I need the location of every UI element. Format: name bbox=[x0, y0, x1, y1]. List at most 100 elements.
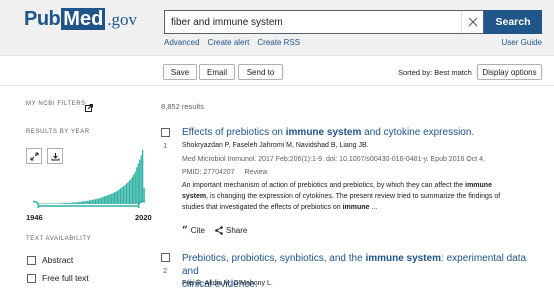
snippet-line-3: studies that investigated the effects of… bbox=[182, 202, 532, 213]
result-1-pmid: PMID: 27704207 bbox=[182, 169, 235, 176]
snippet-text: An important mechanism of action of preb… bbox=[182, 182, 466, 189]
cite-button[interactable]: “ Cite bbox=[182, 225, 205, 236]
histogram-bar bbox=[117, 190, 119, 204]
share-button[interactable]: Share bbox=[215, 226, 247, 235]
result-1-title-highlight: immune system bbox=[285, 127, 362, 138]
year-start-label: 1946 bbox=[26, 213, 43, 222]
external-link-icon[interactable] bbox=[85, 99, 93, 117]
year-slider-end-handle[interactable] bbox=[137, 200, 146, 209]
result-1-citation: Med Microbiol Immunol. 2017 Feb;206(1):1… bbox=[182, 156, 485, 163]
year-end-label: 2020 bbox=[135, 213, 152, 222]
result-1-title-link[interactable]: Effects of prebiotics on immune system a… bbox=[182, 126, 542, 139]
histogram-bar bbox=[96, 198, 98, 204]
histogram-bar bbox=[89, 200, 91, 204]
result-2-title-line-1: Prebiotics, probiotics, synbiotics, and … bbox=[182, 252, 542, 278]
display-options-button[interactable]: Display options bbox=[477, 64, 542, 80]
histogram-bar bbox=[87, 200, 89, 204]
histogram-bar bbox=[40, 203, 42, 204]
create-rss-link[interactable]: Create RSS bbox=[257, 38, 300, 47]
histogram-bar bbox=[56, 203, 58, 204]
histogram-bar bbox=[99, 198, 101, 204]
histogram-bar bbox=[94, 199, 97, 204]
histogram-bar bbox=[47, 203, 49, 204]
search-input[interactable] bbox=[165, 11, 461, 33]
share-icon bbox=[215, 226, 223, 235]
histogram-bar bbox=[80, 201, 82, 204]
my-ncbi-filters-label[interactable]: MY NCBI FILTERS bbox=[26, 101, 86, 107]
filter-free-full-text-label: Free full text bbox=[42, 273, 89, 283]
search-links: Advanced Create alert Create RSS bbox=[164, 38, 300, 47]
histogram-bar bbox=[84, 201, 86, 204]
histogram-bar bbox=[125, 183, 128, 204]
histogram-bar bbox=[118, 189, 120, 204]
histogram-bar bbox=[124, 185, 126, 204]
histogram-bar bbox=[83, 201, 85, 204]
year-slider-start-handle[interactable] bbox=[33, 200, 40, 209]
advanced-link[interactable]: Advanced bbox=[164, 38, 200, 47]
snippet-line-2: system, is changing the expression of cy… bbox=[182, 191, 532, 202]
results-toolbar: Save Email Send to Sorted by: Best match… bbox=[0, 56, 554, 86]
search-button[interactable]: Search bbox=[484, 10, 542, 34]
user-guide-link[interactable]: User Guide bbox=[502, 38, 542, 47]
histogram-bar bbox=[65, 202, 67, 204]
histogram-bar bbox=[78, 201, 80, 204]
sorted-by-dropdown[interactable]: Sorted by: Best match bbox=[398, 68, 472, 77]
histogram-bar bbox=[131, 177, 133, 204]
histogram-bar bbox=[50, 203, 52, 204]
pubmed-logo[interactable]: Pub Med .gov bbox=[24, 8, 137, 30]
results-by-year-label: RESULTS BY YEAR bbox=[26, 129, 90, 135]
snippet-text: , is changing the expression of cytokine… bbox=[206, 193, 501, 200]
histogram-bar bbox=[112, 193, 114, 204]
save-button[interactable]: Save bbox=[163, 64, 197, 80]
histogram-bar bbox=[75, 202, 77, 204]
filter-free-full-text-checkbox[interactable] bbox=[27, 273, 36, 283]
result-1-checkbox[interactable] bbox=[161, 128, 170, 137]
search-box bbox=[164, 10, 484, 34]
result-2-authors: Frei R, Akdis M, O'Mahony L. bbox=[182, 280, 273, 287]
histogram-bar bbox=[55, 203, 57, 204]
result-1-authors: Shokryazdan P, Faseleh Jahromi M, Navids… bbox=[182, 142, 369, 149]
histogram-bar bbox=[68, 202, 70, 204]
histogram-bar bbox=[140, 155, 142, 204]
histogram-bar bbox=[103, 196, 105, 204]
filter-abstract-checkbox[interactable] bbox=[27, 255, 36, 265]
histogram-bar bbox=[102, 196, 104, 204]
email-button[interactable]: Email bbox=[199, 64, 235, 80]
logo-pub-text: Pub bbox=[24, 8, 61, 30]
result-1-title-part: Effects of prebiotics on bbox=[182, 127, 286, 138]
histogram-bar bbox=[90, 200, 92, 204]
clear-search-icon[interactable] bbox=[461, 11, 483, 33]
result-1-pmid-row: PMID: 27704207 Review. bbox=[182, 169, 269, 176]
histogram-bar bbox=[133, 174, 135, 204]
histogram-bar bbox=[43, 203, 45, 204]
histogram-bar bbox=[53, 203, 55, 204]
histogram-bar bbox=[122, 186, 125, 204]
histogram-bar bbox=[72, 202, 75, 204]
histogram-bar bbox=[86, 200, 88, 204]
results-by-year-histogram bbox=[33, 150, 146, 209]
filter-abstract[interactable]: Abstract bbox=[27, 255, 73, 265]
logo-med-text: Med bbox=[61, 8, 106, 30]
histogram-bar bbox=[77, 201, 79, 204]
filter-free-full-text[interactable]: Free full text bbox=[27, 273, 89, 283]
histogram-bar bbox=[100, 197, 103, 204]
histogram-bar bbox=[59, 203, 61, 204]
cite-label: Cite bbox=[190, 226, 205, 235]
result-2-number: 2 bbox=[163, 266, 168, 275]
share-label: Share bbox=[226, 226, 248, 235]
histogram-bar bbox=[115, 191, 117, 204]
snippet-highlight: immune bbox=[342, 204, 370, 211]
my-ncbi-filters-text: MY NCBI FILTERS bbox=[26, 101, 86, 107]
histogram-bar bbox=[44, 203, 47, 204]
histogram-bar bbox=[111, 193, 113, 204]
send-to-button[interactable]: Send to bbox=[238, 64, 283, 80]
histogram-bar bbox=[66, 202, 69, 204]
create-alert-link[interactable]: Create alert bbox=[208, 38, 250, 47]
histogram-bar bbox=[97, 198, 100, 204]
histogram-bar bbox=[52, 203, 54, 204]
snippet-text: ... bbox=[369, 204, 378, 211]
result-2-checkbox[interactable] bbox=[161, 253, 170, 262]
result-1-actions: “ Cite Share bbox=[182, 225, 247, 236]
histogram-bar bbox=[46, 203, 48, 204]
histogram-bar bbox=[127, 182, 129, 204]
